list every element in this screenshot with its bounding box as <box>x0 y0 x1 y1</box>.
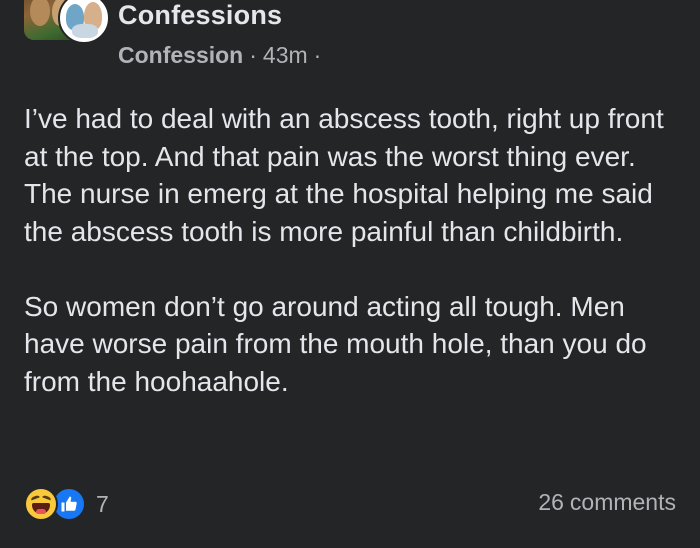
post-paragraph: So women don’t go around acting all toug… <box>24 290 647 397</box>
comment-count: 26 <box>538 489 564 515</box>
post-paragraph: I’ve had to deal with an abscess tooth, … <box>24 103 664 247</box>
post-body: I’ve had to deal with an abscess tooth, … <box>24 100 684 400</box>
post-card: Confessions Confession · 43m · I’ve had to … <box>0 0 700 548</box>
privacy-separator: · <box>313 42 322 68</box>
post-header: Confessions Confession · 43m · <box>0 0 700 80</box>
post-time[interactable]: 43m <box>263 42 308 68</box>
comment-label: comments <box>569 489 676 515</box>
group-profile-image <box>58 0 110 44</box>
reactions-summary[interactable]: 7 <box>24 486 109 522</box>
post-footer: 7 26 comments <box>0 482 700 526</box>
meta-separator: · <box>249 42 257 68</box>
comments-link[interactable]: 26 comments <box>538 489 676 516</box>
haha-reaction-icon <box>24 487 58 521</box>
post-category[interactable]: Confession <box>118 42 243 68</box>
post-meta: Confession · 43m · <box>118 42 327 69</box>
reaction-count: 7 <box>96 490 109 517</box>
group-name[interactable]: Confessions <box>118 0 282 31</box>
group-avatar[interactable] <box>24 0 112 46</box>
